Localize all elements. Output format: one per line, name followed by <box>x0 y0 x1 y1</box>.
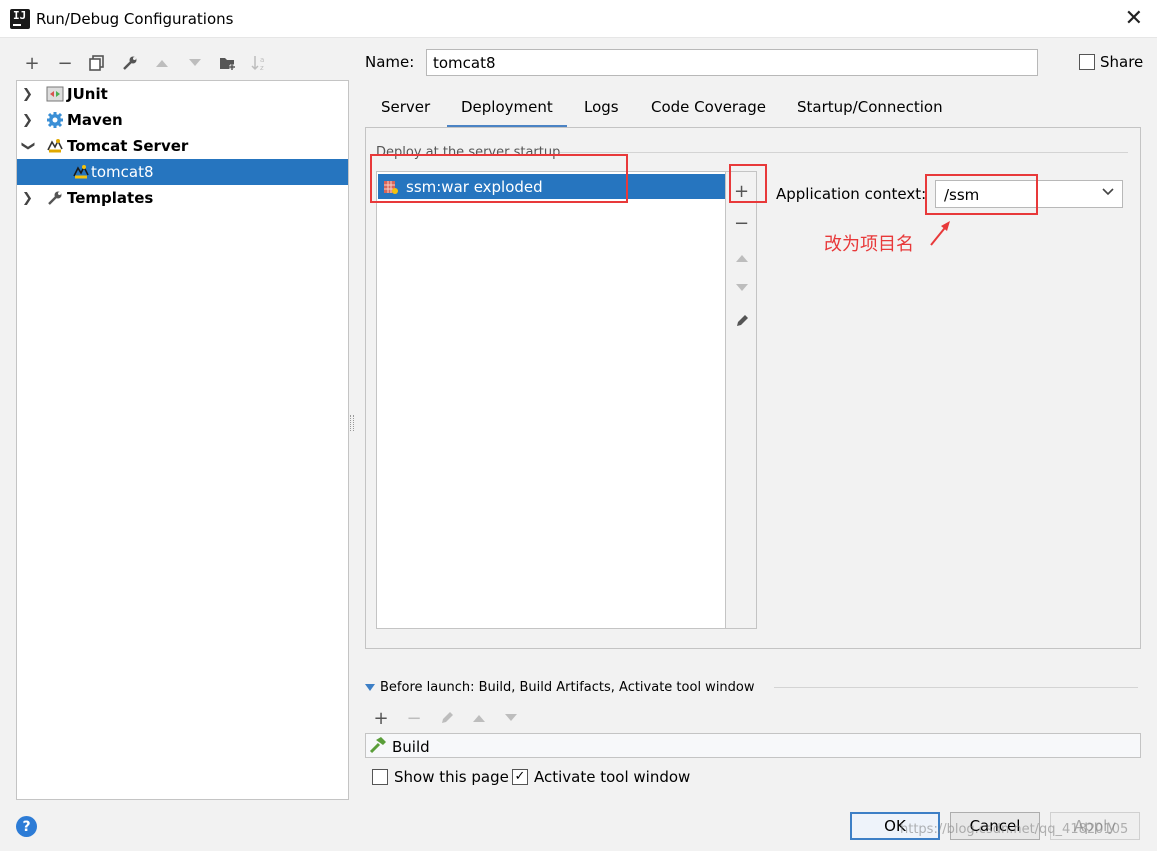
remove-icon[interactable]: − <box>54 52 76 74</box>
wrench-icon[interactable] <box>119 52 141 74</box>
tree-item-label: Templates <box>67 189 154 207</box>
show-page-label: Show this page <box>394 768 509 786</box>
show-page-checkbox[interactable] <box>372 769 388 785</box>
artifact-list: ssm:war exploded <box>376 171 726 629</box>
add-task-icon[interactable]: + <box>370 707 392 729</box>
add-icon[interactable]: + <box>21 52 43 74</box>
tree-item-tomcat-server[interactable]: ❯ Tomcat Server <box>17 133 348 159</box>
deploy-section-label: Deploy at the server startup <box>376 145 561 160</box>
move-down-icon <box>500 707 522 729</box>
tab-code-coverage[interactable]: Code Coverage <box>651 98 766 128</box>
artifact-label: ssm:war exploded <box>406 177 543 196</box>
tree-item-label: Maven <box>67 111 123 129</box>
close-icon[interactable]: ✕ <box>1125 6 1143 31</box>
before-launch-label: Before launch: Build, Build Artifacts, A… <box>380 680 755 695</box>
name-label: Name: <box>365 53 415 71</box>
add-artifact-icon[interactable]: + <box>726 179 757 203</box>
list-item[interactable]: ssm:war exploded <box>378 174 725 199</box>
application-context-select[interactable]: /ssm <box>935 180 1123 208</box>
annotation-arrow-icon <box>930 221 950 246</box>
section-divider <box>774 687 1138 688</box>
move-up-icon <box>726 246 757 270</box>
tree-item-label: tomcat8 <box>91 163 154 181</box>
share-label: Share <box>1100 53 1144 71</box>
expand-triangle-icon[interactable] <box>365 684 375 691</box>
remove-task-icon: − <box>406 707 422 729</box>
configuration-tree: ❯ JUnit ❯ Maven ❯ Tomcat Server tomcat8 … <box>16 80 349 800</box>
tree-item-maven[interactable]: ❯ Maven <box>17 107 348 133</box>
activate-tool-window-checkbox[interactable]: ✓ <box>512 769 528 785</box>
tab-deployment[interactable]: Deployment <box>447 98 567 128</box>
tomcat-icon <box>72 163 90 181</box>
move-down-icon <box>726 276 757 300</box>
chevron-right-icon[interactable]: ❯ <box>22 113 34 128</box>
svg-text:a: a <box>260 56 264 64</box>
build-hammer-icon <box>369 737 386 754</box>
edit-pencil-icon[interactable] <box>726 309 757 333</box>
tab-server[interactable]: Server <box>381 98 430 128</box>
share-checkbox[interactable] <box>1079 54 1095 70</box>
annotation-text: 改为项目名 <box>824 234 914 255</box>
tree-item-label: Tomcat Server <box>67 137 189 155</box>
window-title: Run/Debug Configurations <box>36 10 234 28</box>
junit-icon <box>46 85 64 103</box>
tree-item-junit[interactable]: ❯ JUnit <box>17 81 348 107</box>
svg-text:z: z <box>260 64 264 72</box>
tab-logs[interactable]: Logs <box>584 98 619 128</box>
move-down-icon <box>184 52 206 74</box>
section-divider <box>560 152 1128 153</box>
before-launch-list <box>365 733 1141 758</box>
chevron-right-icon[interactable]: ❯ <box>22 87 34 102</box>
tree-item-tomcat8[interactable]: tomcat8 <box>17 159 348 185</box>
move-up-icon <box>468 707 490 729</box>
tab-startup-connection[interactable]: Startup/Connection <box>797 98 943 128</box>
splitter-handle[interactable] <box>350 415 354 431</box>
help-icon[interactable]: ? <box>16 816 37 837</box>
tree-item-label: JUnit <box>67 85 108 103</box>
wrench-icon <box>46 189 64 207</box>
tomcat-icon <box>46 137 64 155</box>
name-input[interactable] <box>426 49 1038 76</box>
activate-tool-window-label: Activate tool window <box>534 768 691 786</box>
tree-item-templates[interactable]: ❯ Templates <box>17 185 348 211</box>
chevron-down-icon[interactable]: ❯ <box>21 141 36 153</box>
application-context-label: Application context: <box>776 185 927 203</box>
intellij-logo-icon: IJ <box>8 7 32 31</box>
new-folder-icon[interactable] <box>217 52 239 74</box>
remove-artifact-icon[interactable]: − <box>726 211 757 235</box>
chevron-right-icon[interactable]: ❯ <box>22 191 34 206</box>
watermark: https://blog.csdn.net/qq_41820105 <box>900 822 1129 837</box>
edit-pencil-icon <box>436 707 458 729</box>
copy-icon[interactable] <box>86 52 108 74</box>
sort-icon: az <box>249 52 271 74</box>
maven-icon <box>46 111 64 129</box>
artifact-icon <box>384 180 398 194</box>
list-item[interactable]: Build <box>392 738 430 756</box>
chevron-down-icon[interactable] <box>1102 184 1114 200</box>
move-up-icon <box>151 52 173 74</box>
artifact-toolbar: + − <box>726 171 757 629</box>
title-bar: IJ Run/Debug Configurations ✕ <box>0 0 1157 38</box>
